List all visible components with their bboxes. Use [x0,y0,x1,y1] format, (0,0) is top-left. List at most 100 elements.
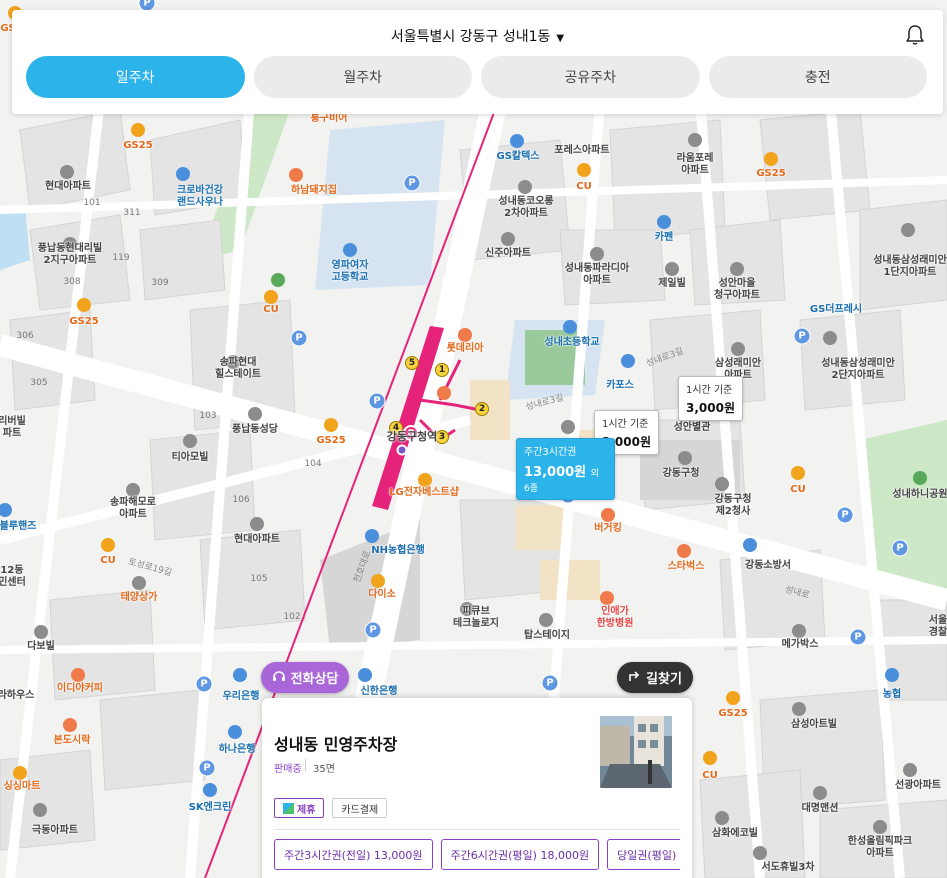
map-label: 강동구청역 [386,430,438,443]
map-label: 농협 [882,689,902,700]
phone-consult-button[interactable]: 전화상담 [261,662,349,693]
map-label: 버거킹 [594,523,622,534]
subway-exit-2: 2 [475,402,489,416]
map-label: LG전자베스트샵 [389,487,459,498]
parking-marker[interactable]: P [836,506,854,524]
building-icon [792,624,806,638]
subway-line-5-icon [396,444,408,456]
divider [305,759,306,771]
map-label: 한성올림픽파크 아파트 [847,836,913,859]
map-label: 라움포레 아파트 [676,153,714,176]
price-tag-value: 3,000원 [686,401,735,415]
building-number: 305 [30,378,48,388]
building-number: 101 [83,198,101,208]
shopping-icon [371,574,385,588]
subway-exit-1: 1 [435,363,449,377]
map-label: 풍납동현대리빌 2지구아파트 [37,243,103,266]
bell-icon[interactable] [905,24,925,46]
badge-label: 제휴 [297,804,316,816]
tab-monthly[interactable]: 월주차 [253,56,472,98]
parking-marker[interactable]: P [891,539,909,557]
convenience-store-icon [77,298,91,312]
map-label: 강동소방서 [745,560,791,571]
hospital-icon [600,591,614,605]
map-label: 강동구청 제2청사 [714,494,752,517]
map-label: GS25 [123,140,153,151]
location-selector[interactable]: 서울특별시 강동구 성내1동 ▼ [12,26,943,46]
map-label: 하나은행 [218,744,256,755]
map-label: 싱싱마트 [3,781,41,792]
parking-marker[interactable]: P [364,621,382,639]
map-label: 카펜 [654,232,674,243]
restaurant-icon [289,168,303,182]
school-icon [563,320,577,334]
map-label: GS더프레시 [809,304,863,315]
tab-charging[interactable]: 충전 [708,56,927,98]
map-label: 대명맨션 [801,803,839,814]
apartment-icon [730,262,744,276]
ticket-option[interactable]: 주간6시간권(평일) 18,000원 [440,839,600,870]
convenience-store-icon [577,163,591,177]
map-label: 탑스테이지 [524,630,570,641]
map-label: NH농협은행 [371,545,425,556]
ticket-option[interactable]: 당일권(평일) 2 [607,839,680,870]
tab-daily[interactable]: 일주차 [26,56,245,98]
map-label: 인애가 한방병원 [596,606,634,629]
card-payment-badge: 카드결제 [332,798,388,818]
headset-icon [272,669,286,687]
building-icon [792,702,806,716]
parking-marker[interactable]: P [849,628,867,646]
tab-shared[interactable]: 공유주차 [481,56,700,98]
parking-type-tabs: 일주차 월주차 공유주차 충전 [26,56,927,98]
map-label: 성내초등학교 [544,337,600,348]
parking-marker[interactable]: P [198,759,216,777]
restaurant-icon [437,386,451,400]
convenience-store-icon [726,691,740,705]
map-label: 12동 민센터 [0,565,26,588]
directions-button[interactable]: 길찾기 [617,662,693,693]
park-icon [913,471,927,485]
parking-marker[interactable]: P [403,174,421,192]
apartment-icon [873,820,887,834]
price-tag[interactable]: 1시간 기준 3,000원 [678,376,743,421]
map-label: 강동구청 [662,468,700,479]
price-tag-selected[interactable]: 주간3시간권 13,000원 외 6종 [516,438,615,500]
map-label: 성내하니공원 [892,489,947,500]
parking-marker[interactable]: P [368,392,386,410]
parking-marker[interactable]: P [793,327,811,345]
convenience-store-icon [791,466,805,480]
building-icon [34,625,48,639]
government-icon [715,477,729,491]
map-label: 서울 경찰 [928,615,947,638]
parking-info-card[interactable]: 성내동 민영주차장 판매중 35면 제휴 카드결제 주간3시간권(전일) 13,… [262,698,692,878]
apartment-icon [518,180,532,194]
parking-marker[interactable]: P [290,329,308,347]
map-label: 극동아파트 [32,825,78,836]
building-number: 119 [112,253,130,263]
map-label: 제일빌 [658,278,686,289]
map-label: 다보빌 [27,641,55,652]
map-label: 서도휴빌3차 [761,862,815,873]
price-tag-amount: 13,000원 [524,465,587,480]
repair-icon [621,354,635,368]
apartment-icon [813,786,827,800]
apartment-icon [33,803,47,817]
apartment-icon [731,342,745,356]
building-number: 106 [232,495,250,505]
apartment-icon [590,247,604,261]
apartment-icon [60,165,74,179]
turn-right-icon [628,670,640,686]
map-label: 삼화에코빌 [712,828,758,839]
convenience-store-icon [131,123,145,137]
map-label: 메가박스 [781,639,819,650]
parking-marker[interactable]: P [195,675,213,693]
building-number: 306 [16,331,34,341]
ticket-list[interactable]: 주간3시간권(전일) 13,000원 주간6시간권(평일) 18,000원 당일… [274,839,680,872]
building-number: 105 [250,574,268,584]
parking-marker[interactable]: P [541,674,559,692]
map-label: 신주아파트 [485,248,531,259]
restaurant-icon [63,718,77,732]
ticket-option[interactable]: 주간3시간권(전일) 13,000원 [274,839,433,870]
parking-lot-photo[interactable] [600,716,672,788]
map-label: 하남돼지집 [291,185,337,196]
